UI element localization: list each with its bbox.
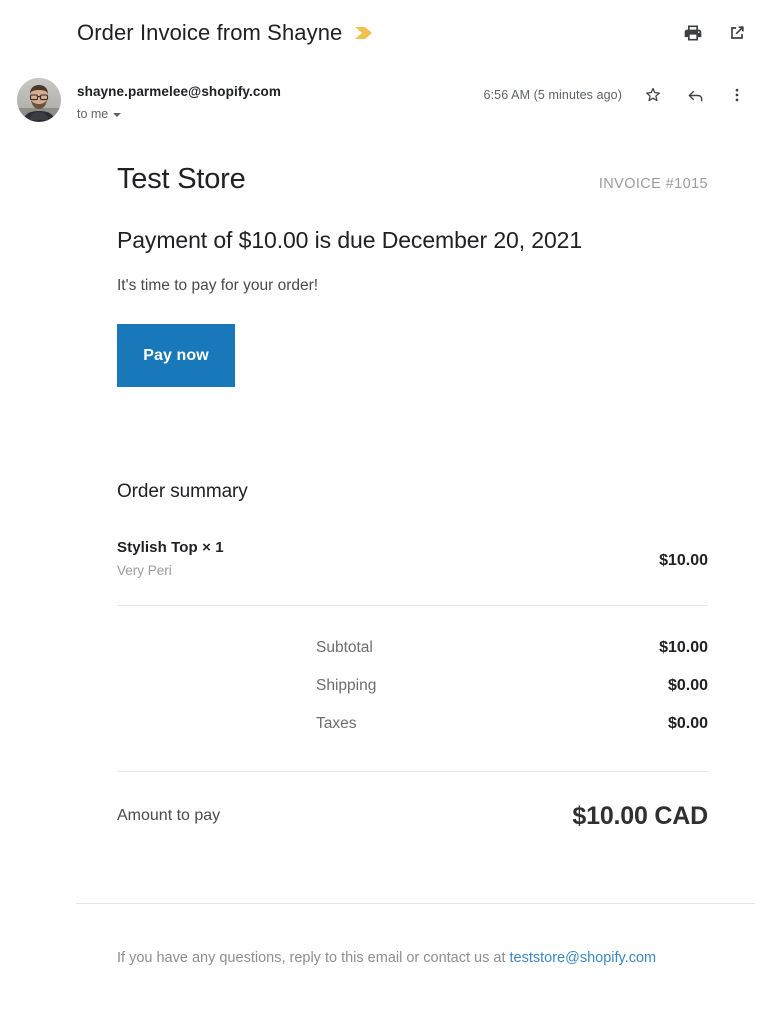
invoice-footer: If you have any questions, reply to this… [0, 903, 770, 968]
total-value: $0.00 [667, 677, 708, 694]
reply-icon[interactable] [684, 84, 706, 106]
amount-to-pay-label: Amount to pay [117, 807, 221, 824]
payment-due-heading: Payment of $10.00 is due December 20, 20… [117, 227, 583, 253]
line-item-title: Stylish Top × 1 [117, 539, 224, 556]
open-in-new-window-icon[interactable] [726, 22, 748, 44]
message-sender-row: shayne.parmelee@shopify.com to me 6:56 A… [0, 72, 770, 130]
footer-divider [76, 903, 755, 904]
recipient-label: to me [77, 107, 109, 121]
message-toolbar [682, 22, 748, 44]
invoice-body: Test Store INVOICE #1015 Payment of $10.… [0, 160, 770, 832]
line-item-price: $10.00 [659, 552, 708, 569]
invoice-header: Test Store INVOICE #1015 [117, 160, 708, 198]
total-label: Shipping [316, 677, 377, 694]
message-timestamp: 6:56 AM (5 minutes ago) [483, 88, 622, 102]
sender-email[interactable]: shayne.parmelee@shopify.com [77, 83, 281, 101]
chevron-down-icon [113, 113, 122, 117]
grand-total-section: Amount to pay $10.00 CAD [117, 771, 708, 832]
total-label: Taxes [316, 715, 357, 732]
line-item-variant: Very Peri [117, 563, 172, 578]
more-options-icon[interactable] [726, 84, 748, 106]
star-icon[interactable] [642, 84, 664, 106]
table-row: Taxes $0.00 [117, 705, 708, 743]
footer-text-label: If you have any questions, reply to this… [117, 950, 510, 966]
footer-contact-text: If you have any questions, reply to this… [0, 948, 770, 968]
amount-to-pay-value: $10.00 CAD [572, 802, 708, 830]
recipient-dropdown[interactable]: to me [77, 105, 122, 123]
print-icon[interactable] [682, 22, 704, 44]
list-item: Stylish Top × 1 Very Peri $10.00 [117, 537, 708, 605]
cta-subtext: It's time to pay for your order! [117, 277, 319, 294]
importance-chevron-icon[interactable] [354, 25, 374, 41]
total-value: $10.00 [659, 639, 708, 656]
email-message-view: Order Invoice from Shayne shayne.parmele… [0, 0, 770, 1016]
order-summary-heading: Order summary [117, 481, 248, 502]
line-items-divider [117, 605, 708, 606]
avatar[interactable] [17, 78, 61, 122]
table-row: Shipping $0.00 [117, 667, 708, 705]
support-email-link[interactable]: teststore@shopify.com [510, 950, 657, 966]
table-row: Subtotal $10.00 [117, 629, 708, 667]
invoice-number: INVOICE #1015 [598, 176, 708, 192]
total-label: Subtotal [316, 639, 373, 656]
pay-now-button[interactable]: Pay now [117, 324, 235, 387]
store-name: Test Store [117, 163, 246, 195]
total-value: $0.00 [667, 715, 708, 732]
page-title: Order Invoice from Shayne [77, 20, 343, 45]
line-items-list: Stylish Top × 1 Very Peri $10.00 [117, 537, 708, 605]
message-subject-row: Order Invoice from Shayne [0, 0, 770, 66]
sender-info: shayne.parmelee@shopify.com to me [77, 83, 281, 123]
message-meta-actions: 6:56 AM (5 minutes ago) [484, 84, 748, 106]
totals-list: Subtotal $10.00 Shipping $0.00 Taxes $0.… [117, 629, 708, 743]
